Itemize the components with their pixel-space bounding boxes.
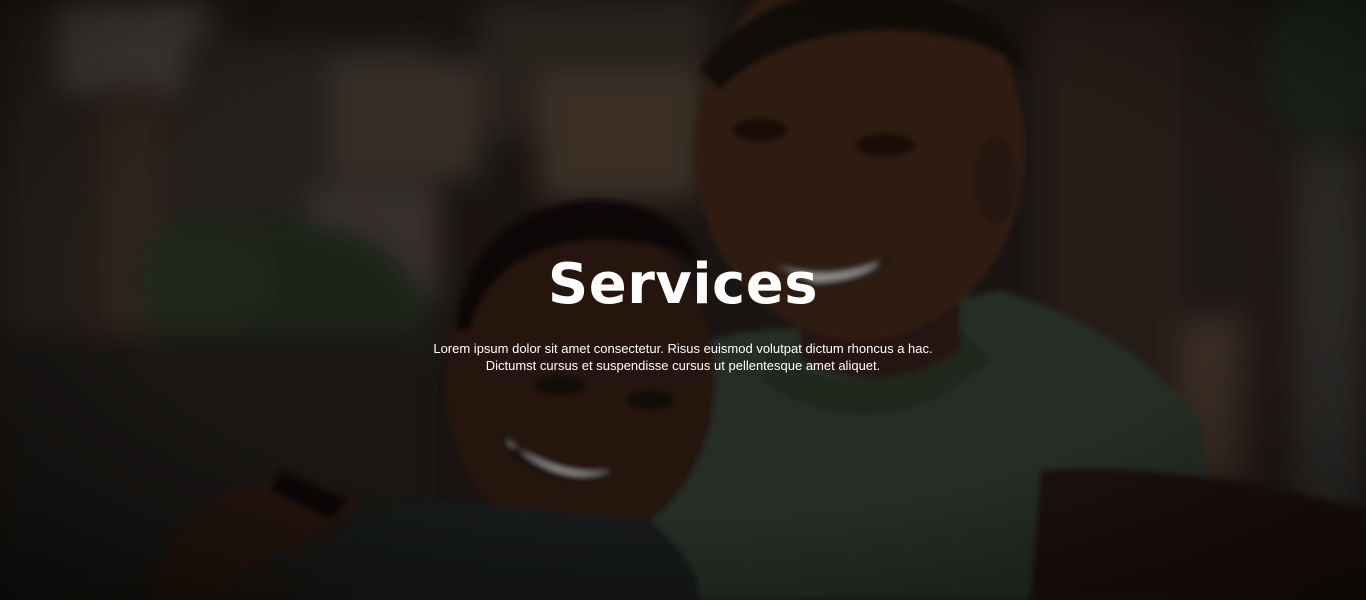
hero-content: Services Lorem ipsum dolor sit amet cons… (0, 250, 1366, 374)
page-title: Services (547, 252, 819, 317)
hero-section: Services Lorem ipsum dolor sit amet cons… (0, 0, 1366, 600)
hero-description: Lorem ipsum dolor sit amet consectetur. … (433, 341, 933, 373)
